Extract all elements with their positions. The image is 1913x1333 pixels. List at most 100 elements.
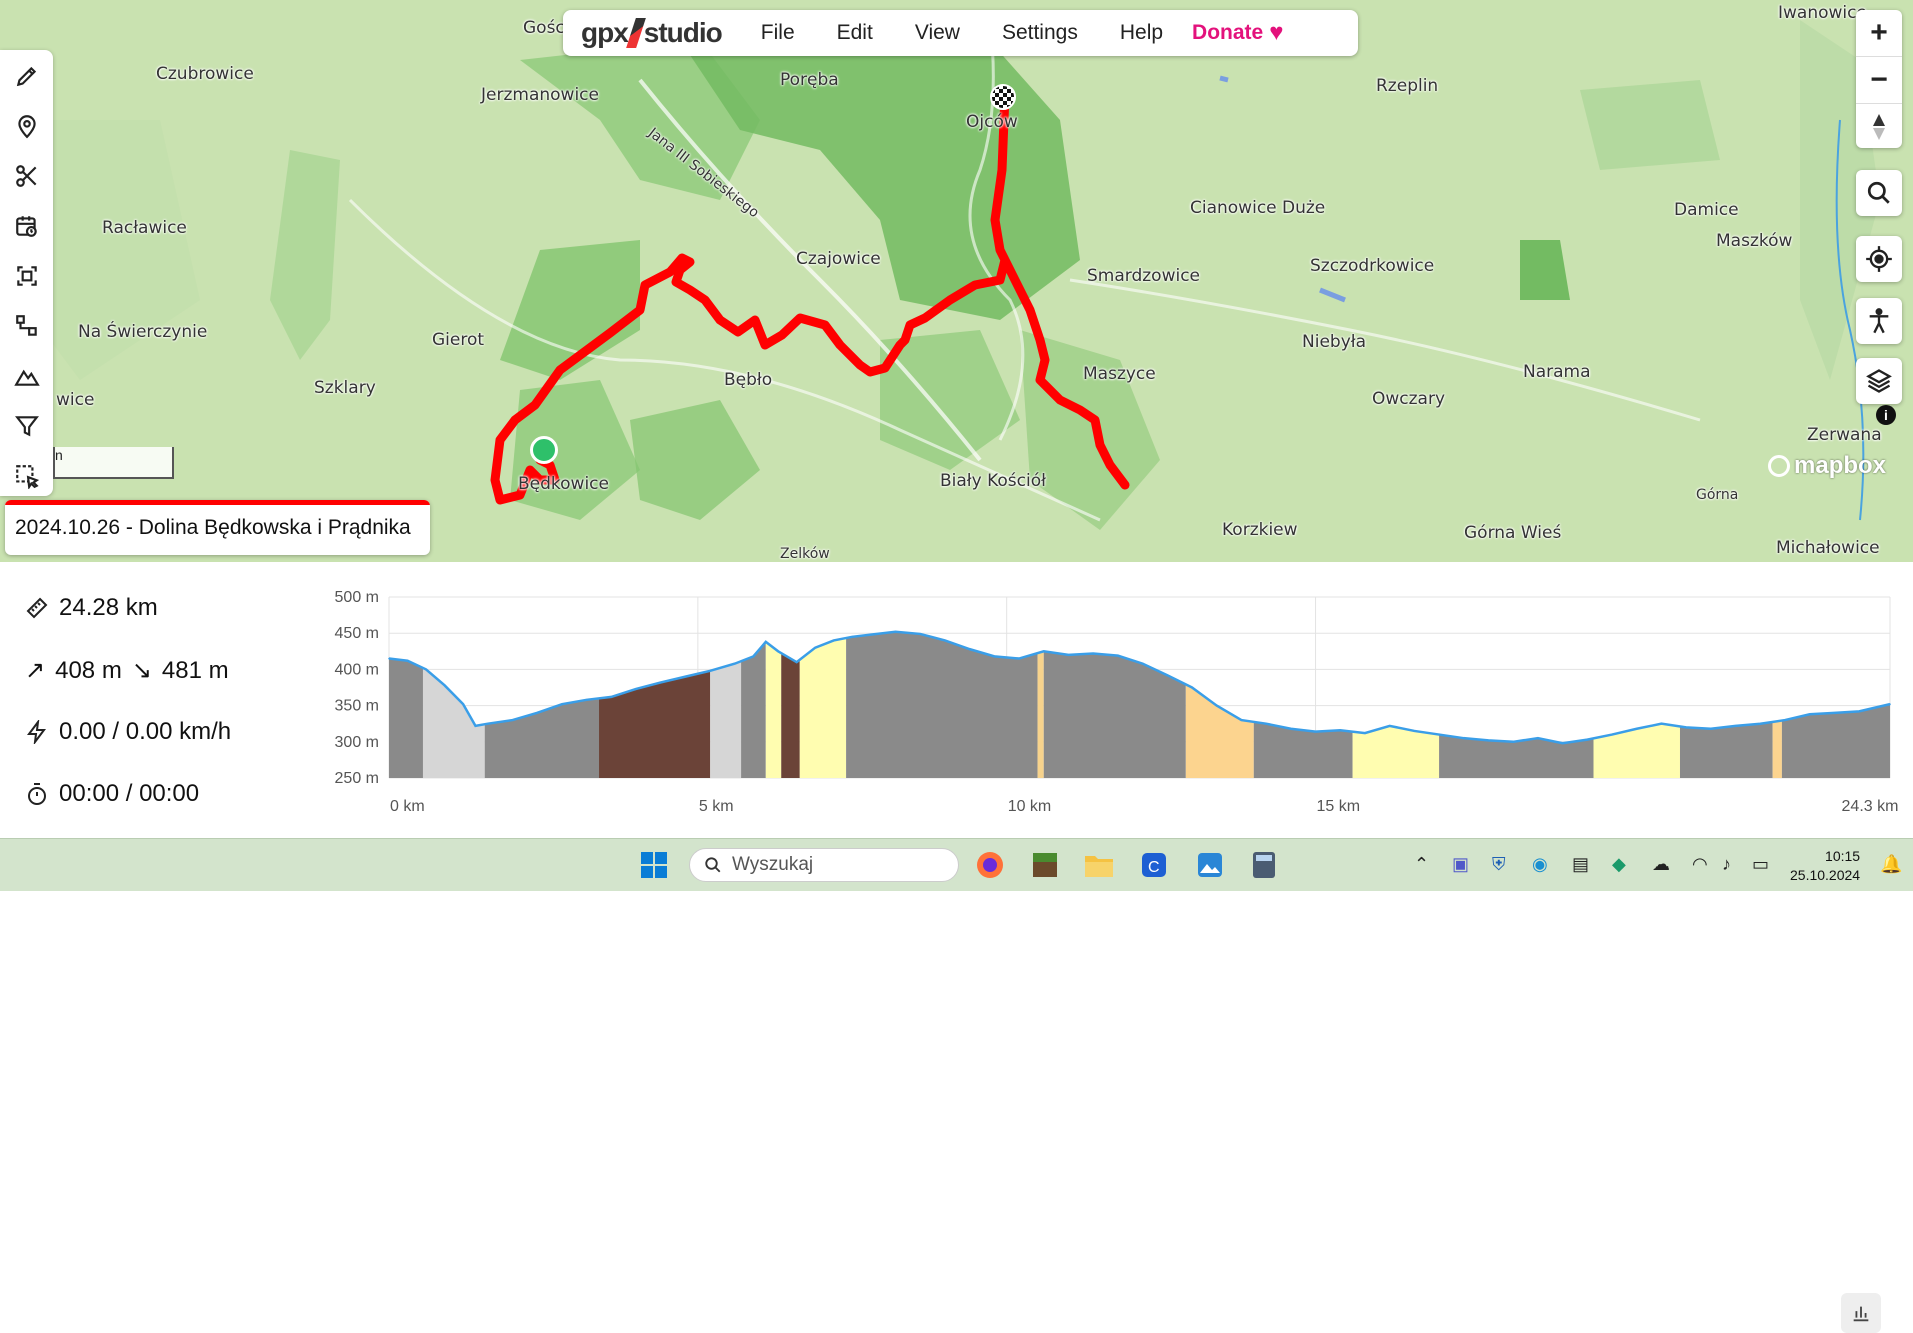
search-placeholder: Wyszukaj (732, 854, 814, 875)
logo-text-right: studio (643, 17, 723, 48)
elevation-icon[interactable] (13, 362, 41, 390)
elevation-surface-segment (1185, 684, 1254, 778)
pencil-icon[interactable] (13, 62, 41, 90)
gpx-studio-logo[interactable]: gpx studio (581, 17, 723, 49)
menu-view[interactable]: View (894, 21, 981, 45)
start-marker[interactable] (530, 436, 558, 464)
elevation-point (1290, 727, 1292, 730)
compass-button[interactable] (1856, 104, 1902, 150)
mapbox-attribution[interactable]: mapbox (1768, 452, 1886, 480)
elevation-point (388, 657, 390, 660)
battery-icon[interactable]: ▭ (1752, 854, 1769, 875)
security-icon[interactable]: ◆ (1612, 854, 1626, 875)
compass-icon (1873, 114, 1885, 140)
x-tick-label: 10 km (1008, 798, 1052, 815)
place-label: Jerzmanowice (481, 85, 599, 105)
elevation-surface-segment (781, 653, 800, 778)
elevation-point (1710, 727, 1712, 730)
elevation-point (1413, 730, 1416, 732)
chevron-up-icon[interactable]: ⌃ (1414, 854, 1429, 875)
heart-icon: ♥ (1269, 19, 1284, 46)
elevation-surface-segment (1043, 651, 1186, 778)
taskbar: Wyszukaj C ⌃ ▣ ⛨ ◉ ▤ ◆ ☁ ◠ ♪ ▭ 10:15 25.… (0, 838, 1913, 891)
calendar-clock-icon[interactable] (13, 212, 41, 240)
menu-help[interactable]: Help (1099, 21, 1184, 45)
minecraft-icon[interactable] (1029, 849, 1061, 881)
donate-button[interactable]: Donate ♥ (1184, 19, 1295, 47)
place-label: Czubrowice (156, 64, 254, 84)
main-menu-bar: gpx studio File Edit View Settings Help … (563, 10, 1358, 56)
finish-marker[interactable] (990, 84, 1016, 110)
wifi-icon[interactable]: ◠ (1692, 854, 1708, 875)
elevation-point (1561, 742, 1564, 745)
merge-icon[interactable] (13, 262, 41, 290)
place-label: Iwanowice (1778, 3, 1867, 23)
elevation-point (1042, 650, 1045, 653)
place-label: Szczodrkowice (1310, 256, 1435, 276)
elevation-point (1191, 686, 1193, 689)
zoom-out-button[interactable]: − (1856, 57, 1902, 104)
track-tab[interactable]: 2024.10.26 - Dolina Będkowska i Prądnika (5, 500, 430, 555)
elevation-point (919, 633, 922, 635)
info-icon[interactable]: i (1876, 405, 1896, 425)
donate-label: Donate (1192, 21, 1264, 44)
elevation-point (1314, 730, 1317, 733)
elevation-point (635, 688, 637, 690)
place-label: Będkowice (518, 474, 609, 494)
file-explorer-icon[interactable] (1083, 849, 1115, 881)
teams-icon[interactable]: ▣ (1452, 854, 1469, 875)
elevation-point (1660, 722, 1663, 725)
x-tick-label: 5 km (699, 798, 734, 815)
elevation-point (406, 659, 409, 662)
map-view[interactable]: Gości Iwanowice Czubrowice Jerzmanowice Porę… (0, 0, 1913, 562)
q-app-icon[interactable]: ◉ (1532, 854, 1548, 875)
elevation-point (870, 633, 872, 636)
elevation-surface-segment (765, 641, 782, 778)
layers-button[interactable] (1856, 358, 1902, 404)
cloud-icon[interactable]: ☁ (1652, 854, 1670, 875)
elevation-point (1586, 738, 1589, 741)
locate-button[interactable] (1856, 236, 1902, 282)
device-icon[interactable]: ▤ (1572, 854, 1589, 875)
y-tick-label: 500 m (335, 589, 379, 606)
windows-start-icon[interactable] (638, 849, 670, 881)
place-label: Damice (1674, 200, 1739, 220)
elevation-point (1512, 741, 1515, 743)
elevation-chart[interactable]: 500 m 450 m 400 m 350 m 300 m 250 m 0 km 5 km 10… (0, 562, 1913, 838)
elevation-point (462, 703, 464, 705)
elevation-point (894, 630, 897, 633)
notification-bell-icon[interactable]: 🔔 (1880, 854, 1902, 875)
taskbar-search[interactable]: Wyszukaj (689, 848, 959, 882)
place-label: Bębło (724, 370, 773, 390)
elevation-point (1364, 732, 1366, 734)
calculator-icon[interactable] (1248, 849, 1280, 881)
ccleaner-icon[interactable]: C (1138, 849, 1170, 881)
select-area-icon[interactable] (13, 462, 41, 490)
search-button[interactable] (1856, 170, 1902, 216)
elevation-point (1759, 722, 1762, 725)
street-view-button[interactable] (1856, 298, 1902, 344)
menu-file[interactable]: File (740, 21, 816, 45)
defender-icon[interactable]: ⛨ (1492, 854, 1506, 875)
place-label: Biały Kościół (940, 471, 1046, 491)
elevation-surface-segment (1037, 651, 1044, 778)
menu-settings[interactable]: Settings (981, 21, 1099, 45)
elevation-point (1858, 710, 1860, 713)
volume-icon[interactable]: ♪ (1722, 854, 1731, 875)
elevation-point (425, 668, 427, 671)
layers-icon (1866, 369, 1892, 393)
route-segments-icon[interactable] (13, 312, 41, 340)
zoom-in-button[interactable]: + (1856, 10, 1902, 57)
place-label: Zerwana (1807, 425, 1882, 445)
elevation-point (1685, 726, 1687, 729)
elevation-point (1635, 727, 1638, 730)
map-pin-icon[interactable] (13, 112, 41, 140)
menu-edit[interactable]: Edit (816, 21, 894, 45)
filter-icon[interactable] (13, 412, 41, 440)
clock[interactable]: 10:15 25.10.2024 (1790, 847, 1860, 885)
firefox-icon[interactable] (974, 849, 1006, 881)
scissors-icon[interactable] (13, 162, 41, 190)
elevation-point (443, 684, 446, 687)
chart-settings-button[interactable] (1841, 1293, 1881, 1333)
photos-icon[interactable] (1194, 849, 1226, 881)
